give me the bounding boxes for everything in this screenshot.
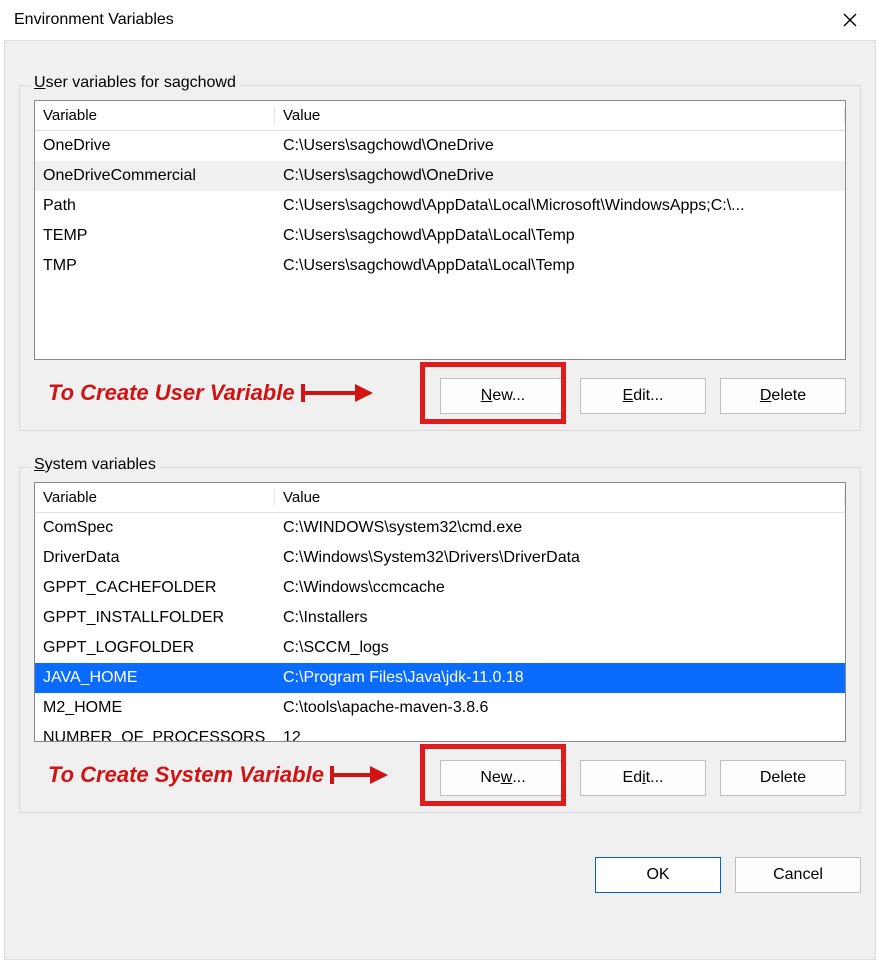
col-value[interactable]: Value	[275, 489, 845, 506]
annotation-user-text: To Create User Variable	[48, 380, 295, 406]
cell-variable: TMP	[35, 257, 275, 275]
table-row[interactable]: GPPT_LOGFOLDERC:\SCCM_logs	[35, 633, 845, 663]
arrow-icon	[301, 380, 373, 406]
cell-variable: TEMP	[35, 227, 275, 245]
table-row[interactable]: NUMBER_OF_PROCESSORS12	[35, 723, 845, 742]
close-button[interactable]	[828, 4, 872, 36]
list-header: Variable Value	[35, 101, 845, 131]
user-delete-button[interactable]: Delete	[720, 378, 846, 414]
cell-value: C:\tools\apache-maven-3.8.6	[275, 699, 845, 717]
col-value[interactable]: Value	[275, 107, 845, 124]
cell-value: C:\SCCM_logs	[275, 639, 845, 657]
system-new-button[interactable]: New...	[440, 760, 566, 796]
arrow-icon	[330, 762, 388, 788]
system-delete-button[interactable]: Delete	[720, 760, 846, 796]
user-edit-button[interactable]: Edit...	[580, 378, 706, 414]
table-row[interactable]: ComSpecC:\WINDOWS\system32\cmd.exe	[35, 513, 845, 543]
col-variable[interactable]: Variable	[35, 107, 275, 124]
dialog-footer: OK Cancel	[19, 857, 861, 893]
system-variables-label: System variables	[30, 456, 160, 474]
cell-variable: GPPT_LOGFOLDER	[35, 639, 275, 657]
cell-variable: ComSpec	[35, 519, 275, 537]
table-row[interactable]: GPPT_INSTALLFOLDERC:\Installers	[35, 603, 845, 633]
cell-value: C:\Users\sagchowd\AppData\Local\Microsof…	[275, 197, 845, 215]
system-buttons-row: To Create System Variable New... Edit...…	[34, 758, 846, 798]
user-buttons-row: To Create User Variable New... Edit... D…	[34, 376, 846, 416]
table-row[interactable]: JAVA_HOMEC:\Program Files\Java\jdk-11.0.…	[35, 663, 845, 693]
cell-value: C:\Windows\ccmcache	[275, 579, 845, 597]
system-variables-group: System variables Variable Value ComSpecC…	[19, 467, 861, 813]
cell-variable: DriverData	[35, 549, 275, 567]
table-row[interactable]: OneDriveCommercialC:\Users\sagchowd\OneD…	[35, 161, 845, 191]
cell-value: C:\Installers	[275, 609, 845, 627]
ok-button[interactable]: OK	[595, 857, 721, 893]
cell-value: C:\Users\sagchowd\AppData\Local\Temp	[275, 227, 845, 245]
system-variables-list[interactable]: Variable Value ComSpecC:\WINDOWS\system3…	[34, 482, 846, 742]
list-header: Variable Value	[35, 483, 845, 513]
table-row[interactable]: TMPC:\Users\sagchowd\AppData\Local\Temp	[35, 251, 845, 281]
cell-value: C:\WINDOWS\system32\cmd.exe	[275, 519, 845, 537]
cell-variable: GPPT_CACHEFOLDER	[35, 579, 275, 597]
cell-value: C:\Windows\System32\Drivers\DriverData	[275, 549, 845, 567]
cell-variable: M2_HOME	[35, 699, 275, 717]
table-row[interactable]: TEMPC:\Users\sagchowd\AppData\Local\Temp	[35, 221, 845, 251]
window-title: Environment Variables	[14, 11, 174, 29]
user-variables-list[interactable]: Variable Value OneDriveC:\Users\sagchowd…	[34, 100, 846, 360]
table-row[interactable]: M2_HOMEC:\tools\apache-maven-3.8.6	[35, 693, 845, 723]
cancel-button[interactable]: Cancel	[735, 857, 861, 893]
cell-value: C:\Program Files\Java\jdk-11.0.18	[275, 669, 845, 687]
annotation-system: To Create System Variable	[48, 762, 388, 788]
system-edit-button[interactable]: Edit...	[580, 760, 706, 796]
cell-variable: NUMBER_OF_PROCESSORS	[35, 729, 275, 742]
cell-variable: JAVA_HOME	[35, 669, 275, 687]
cell-value: 12	[275, 729, 845, 742]
table-row[interactable]: GPPT_CACHEFOLDERC:\Windows\ccmcache	[35, 573, 845, 603]
cell-value: C:\Users\sagchowd\AppData\Local\Temp	[275, 257, 845, 275]
table-row[interactable]: DriverDataC:\Windows\System32\Drivers\Dr…	[35, 543, 845, 573]
dialog-body: User variables for sagchowd Variable Val…	[4, 40, 876, 960]
user-variables-group: User variables for sagchowd Variable Val…	[19, 85, 861, 431]
table-row[interactable]: OneDriveC:\Users\sagchowd\OneDrive	[35, 131, 845, 161]
annotation-user: To Create User Variable	[48, 380, 373, 406]
cell-value: C:\Users\sagchowd\OneDrive	[275, 167, 845, 185]
table-row[interactable]: PathC:\Users\sagchowd\AppData\Local\Micr…	[35, 191, 845, 221]
titlebar: Environment Variables	[0, 0, 880, 40]
cell-variable: OneDrive	[35, 137, 275, 155]
close-icon	[843, 13, 857, 27]
col-variable[interactable]: Variable	[35, 489, 275, 506]
cell-variable: Path	[35, 197, 275, 215]
cell-variable: OneDriveCommercial	[35, 167, 275, 185]
user-new-button[interactable]: New...	[440, 378, 566, 414]
environment-variables-dialog: Environment Variables User variables for…	[0, 0, 880, 964]
annotation-system-text: To Create System Variable	[48, 762, 324, 788]
cell-value: C:\Users\sagchowd\OneDrive	[275, 137, 845, 155]
user-variables-label: User variables for sagchowd	[30, 74, 240, 92]
cell-variable: GPPT_INSTALLFOLDER	[35, 609, 275, 627]
